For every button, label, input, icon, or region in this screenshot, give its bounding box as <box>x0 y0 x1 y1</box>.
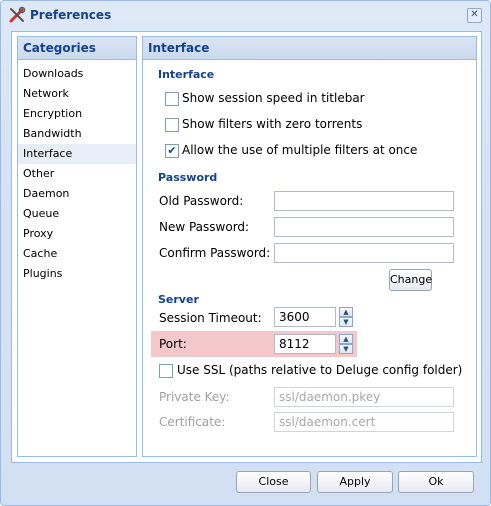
show-session-speed-checkbox[interactable] <box>165 92 179 106</box>
spinner-up-icon[interactable]: ▲ <box>339 334 353 344</box>
preferences-window: Preferences ✕ Categories Downloads Netwo… <box>0 0 491 506</box>
window-title: Preferences <box>30 8 112 22</box>
port-spinner[interactable]: ▲ ▼ <box>339 334 353 354</box>
category-proxy[interactable]: Proxy <box>18 224 136 244</box>
use-ssl-checkbox[interactable] <box>159 364 173 378</box>
category-queue[interactable]: Queue <box>18 204 136 224</box>
category-cache[interactable]: Cache <box>18 244 136 264</box>
category-interface[interactable]: Interface <box>18 144 136 164</box>
category-daemon[interactable]: Daemon <box>18 184 136 204</box>
show-session-speed-label: Show session speed in titlebar <box>182 91 365 105</box>
change-password-button[interactable]: Change <box>389 269 432 291</box>
session-timeout-spinner[interactable]: ▲ ▼ <box>339 307 353 327</box>
spinner-down-icon[interactable]: ▼ <box>339 317 353 327</box>
old-password-label: Old Password: <box>159 194 244 208</box>
use-ssl-label: Use SSL (paths relative to Deluge config… <box>177 363 463 377</box>
title-bar[interactable]: Preferences ✕ <box>1 1 490 29</box>
interface-section-title: Interface <box>158 68 215 81</box>
certificate-label: Certificate: <box>159 415 226 429</box>
new-password-label: New Password: <box>159 220 250 234</box>
private-key-field[interactable]: ssl/daemon.pkey <box>274 387 454 407</box>
category-network[interactable]: Network <box>18 84 136 104</box>
port-field[interactable]: 8112 <box>274 334 336 354</box>
show-zero-filters-checkbox[interactable] <box>165 118 179 132</box>
certificate-field[interactable]: ssl/daemon.cert <box>274 412 454 432</box>
multiple-filters-label: Allow the use of multiple filters at onc… <box>182 143 418 157</box>
close-button[interactable]: Close <box>236 471 311 493</box>
category-encryption[interactable]: Encryption <box>18 104 136 124</box>
dialog-body: Categories Downloads Network Encryption … <box>11 31 482 463</box>
category-bandwidth[interactable]: Bandwidth <box>18 124 136 144</box>
private-key-label: Private Key: <box>159 390 230 404</box>
show-zero-filters-label: Show filters with zero torrents <box>182 117 363 131</box>
spinner-down-icon[interactable]: ▼ <box>339 344 353 354</box>
confirm-password-label: Confirm Password: <box>159 246 271 260</box>
new-password-field[interactable] <box>274 217 454 237</box>
apply-button[interactable]: Apply <box>317 471 393 493</box>
interface-header: Interface <box>143 37 476 60</box>
category-other[interactable]: Other <box>18 164 136 184</box>
ok-button[interactable]: Ok <box>398 471 474 493</box>
multiple-filters-checkbox[interactable]: ✔ <box>165 144 179 158</box>
interface-panel: Interface Interface Show session speed i… <box>142 36 477 457</box>
tools-icon <box>9 6 26 23</box>
spinner-up-icon[interactable]: ▲ <box>339 307 353 317</box>
categories-panel: Categories Downloads Network Encryption … <box>17 36 137 457</box>
session-timeout-label: Session Timeout: <box>159 311 262 325</box>
port-label: Port: <box>159 337 187 351</box>
password-section-title: Password <box>158 171 218 184</box>
category-downloads[interactable]: Downloads <box>18 64 136 84</box>
category-plugins[interactable]: Plugins <box>18 264 136 284</box>
close-icon[interactable]: ✕ <box>467 8 482 23</box>
old-password-field[interactable] <box>274 191 454 211</box>
session-timeout-field[interactable]: 3600 <box>274 307 336 327</box>
server-section-title: Server <box>158 293 199 306</box>
confirm-password-field[interactable] <box>274 243 454 263</box>
categories-header: Categories <box>18 37 136 60</box>
